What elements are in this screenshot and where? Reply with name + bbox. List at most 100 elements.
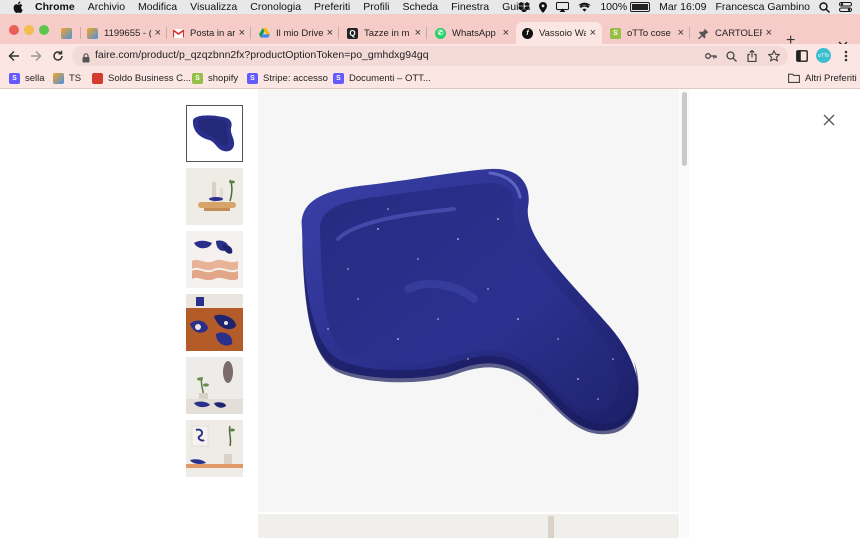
shopify-icon: S (192, 72, 203, 84)
tab-separator (426, 27, 427, 39)
battery-icon (630, 2, 651, 12)
profile-avatar[interactable]: oTTo (816, 48, 831, 63)
close-tab-icon[interactable]: × (415, 27, 421, 39)
product-thumbnail-4[interactable] (186, 294, 243, 351)
stripe-s-icon: S (9, 72, 20, 84)
tab-vassoio-active[interactable]: f Vassoio Wa × (516, 22, 602, 44)
colorful-u-icon (61, 27, 72, 39)
menu-profili[interactable]: Profili (363, 1, 389, 13)
maximize-window-button[interactable] (39, 25, 49, 35)
zoom-search-icon[interactable] (724, 49, 738, 63)
tab-whatsapp[interactable]: ✆ WhatsApp × (429, 22, 515, 44)
close-lightbox-icon[interactable] (822, 113, 836, 127)
battery-fill (632, 4, 649, 10)
close-tab-icon[interactable]: × (239, 27, 245, 39)
bookmark-sella[interactable]: S sella (9, 71, 45, 85)
product-thumbnail-1[interactable] (186, 105, 243, 162)
tab-separator (250, 27, 251, 39)
stripe-s-icon: S (333, 72, 344, 84)
menu-app-name[interactable]: Chrome (35, 1, 75, 13)
bookmark-label: Soldo Business C... (108, 72, 191, 84)
dropbox-icon[interactable] (518, 2, 531, 12)
colorful-u-icon (87, 27, 98, 39)
drive-icon (259, 28, 270, 39)
bookmark-stripe-accesso[interactable]: S Stripe: accesso (247, 71, 328, 85)
close-window-button[interactable] (9, 25, 19, 35)
tab-title: oTTo cose (627, 27, 671, 39)
menu-preferiti[interactable]: Preferiti (314, 1, 350, 13)
whatsapp-icon: ✆ (435, 27, 446, 39)
spotlight-search-icon[interactable] (819, 1, 830, 13)
colorful-u-icon (53, 72, 64, 84)
control-center-icon[interactable] (839, 2, 852, 12)
menu-visualizza[interactable]: Visualizza (190, 1, 237, 13)
bookmark-star-icon[interactable] (767, 49, 781, 63)
lock-icon[interactable] (82, 50, 90, 68)
bookmarks-bar: S sella TS Soldo Business C... S shopify… (0, 68, 860, 89)
bookmark-documenti[interactable]: S Documenti – OTT... (333, 71, 431, 85)
minimize-window-button[interactable] (24, 25, 34, 35)
more-menu-icon[interactable] (838, 48, 854, 64)
close-tab-icon[interactable]: × (327, 27, 333, 39)
tab-title: Il mio Drive (276, 27, 323, 39)
product-thumbnail-5[interactable] (186, 357, 243, 414)
tab-tazze[interactable]: Q Tazze in m × (341, 22, 427, 44)
bookmark-ts[interactable]: TS (53, 71, 81, 85)
user-name[interactable]: Francesca Gambino (715, 1, 810, 13)
back-arrow-icon[interactable] (6, 48, 22, 64)
url-text[interactable]: faire.com/product/p_qzqzbnn2fx?productOp… (95, 49, 429, 61)
close-tab-icon[interactable]: × (678, 27, 684, 39)
apple-icon[interactable] (13, 1, 25, 13)
gmail-icon (173, 28, 184, 39)
key-icon[interactable] (704, 49, 718, 63)
close-tab-icon[interactable]: × (766, 27, 772, 39)
bookmark-label: Stripe: accesso (263, 72, 328, 84)
other-bookmarks-folder[interactable]: Altri Preferiti (788, 71, 857, 85)
tab-cartoleria[interactable]: CARTOLER × (692, 22, 778, 44)
menu-finestra[interactable]: Finestra (451, 1, 489, 13)
menu-modifica[interactable]: Modifica (138, 1, 177, 13)
menu-scheda[interactable]: Scheda (403, 1, 439, 13)
location-pin-icon[interactable] (539, 1, 548, 13)
menu-archivio[interactable]: Archivio (88, 1, 125, 13)
macos-menu-bar: Chrome Archivio Modifica Visualizza Cron… (0, 0, 860, 14)
bookmark-shopify[interactable]: S shopify (192, 71, 238, 85)
tab-drive[interactable]: Il mio Drive × (253, 22, 339, 44)
bookmark-label: Documenti – OTT... (349, 72, 431, 84)
side-panel-icon[interactable] (794, 48, 810, 64)
close-tab-icon[interactable]: × (503, 27, 509, 39)
image-scrollbar-thumb[interactable] (682, 92, 687, 166)
bookmark-label: TS (69, 72, 82, 84)
reload-icon[interactable] (50, 48, 66, 64)
clock-datetime[interactable]: Mar 16:09 (659, 1, 706, 13)
bookmark-soldo[interactable]: Soldo Business C... (92, 71, 191, 85)
airplay-icon[interactable] (556, 2, 570, 12)
product-thumbnail-3[interactable] (186, 231, 243, 288)
tab-separator (338, 27, 339, 39)
product-main-image[interactable] (258, 89, 679, 512)
search-q-icon: Q (347, 27, 358, 39)
tab-title: Posta in arr (190, 27, 235, 39)
tab-title: WhatsApp (452, 27, 496, 39)
close-tab-icon[interactable]: × (155, 27, 161, 39)
product-thumbnail-2[interactable] (186, 168, 243, 225)
menu-cronologia[interactable]: Cronologia (250, 1, 301, 13)
tab-pinned-u[interactable] (55, 22, 81, 44)
battery-indicator[interactable]: 100% (600, 1, 651, 13)
tab-gmail[interactable]: Posta in arr × (167, 22, 251, 44)
tab-separator (689, 27, 690, 39)
bookmark-label: sella (25, 72, 45, 84)
pin-icon (698, 28, 709, 39)
tab-1199655[interactable]: 1199655 - ( × (81, 22, 167, 44)
bookmark-label: shopify (208, 72, 239, 84)
product-secondary-image[interactable] (258, 514, 679, 538)
product-thumbnail-6[interactable] (186, 420, 243, 477)
share-icon[interactable] (745, 49, 759, 63)
forward-arrow-icon[interactable] (28, 48, 44, 64)
battery-percent: 100% (600, 1, 628, 13)
tab-otto-cose[interactable]: S oTTo cose × (604, 22, 690, 44)
wifi-icon[interactable] (578, 2, 591, 12)
address-bar[interactable]: faire.com/product/p_qzqzbnn2fx?productOp… (72, 46, 788, 66)
browser-toolbar: faire.com/product/p_qzqzbnn2fx?productOp… (0, 44, 860, 68)
close-tab-icon[interactable]: × (590, 27, 596, 39)
